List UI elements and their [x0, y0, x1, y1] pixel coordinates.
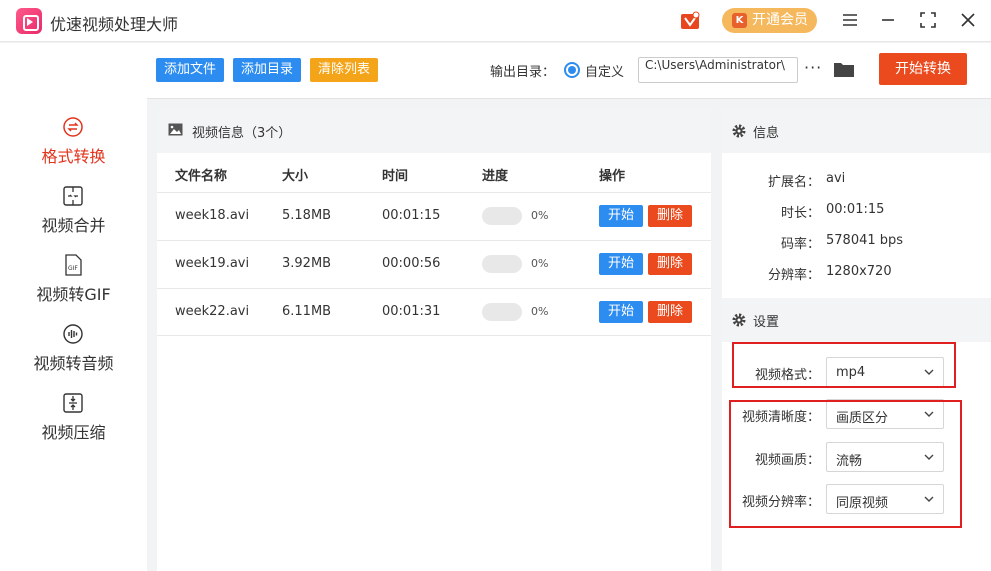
file-duration: 00:01:31 — [382, 304, 441, 319]
table-row[interactable]: week19.avi 3.92MB 00:00:56 0% 开始 删除 — [157, 240, 711, 288]
add-file-button[interactable]: 添加文件 — [156, 58, 225, 82]
progress-bar — [482, 303, 522, 321]
table-row[interactable]: week22.avi 6.11MB 00:01:31 0% 开始 删除 — [157, 288, 711, 336]
sidebar-item-label: 视频压缩 — [41, 423, 106, 442]
vip-badge-icon[interactable] — [680, 11, 700, 31]
file-duration: 00:01:15 — [382, 208, 441, 223]
highlight-box-format — [732, 342, 956, 388]
info-value: 578041 bps — [826, 233, 904, 248]
audio-icon — [63, 324, 83, 344]
title-bar: 优速视频处理大师 K 开通会员 — [0, 0, 991, 42]
info-key: 分辨率： — [767, 268, 820, 283]
sidebar-item-video-merge[interactable]: 视频合并 — [0, 184, 147, 248]
sidebar-item-label: 视频合并 — [41, 216, 106, 235]
row-start-button[interactable]: 开始 — [599, 301, 643, 323]
progress-bar — [482, 255, 522, 273]
file-name: week19.avi — [175, 256, 250, 271]
image-icon — [168, 123, 183, 136]
add-directory-button[interactable]: 添加目录 — [233, 58, 302, 82]
folder-icon[interactable] — [833, 59, 855, 79]
sidebar-item-format-convert[interactable]: 格式转换 — [0, 115, 147, 179]
info-key: 时长： — [780, 206, 820, 221]
svg-text:GIF: GIF — [68, 265, 78, 272]
file-size: 6.11MB — [282, 304, 332, 319]
info-section-header: 信息 — [722, 109, 991, 153]
format-convert-icon — [63, 117, 83, 137]
highlight-box-settings — [729, 400, 962, 528]
sidebar-item-video-compress[interactable]: 视频压缩 — [0, 391, 147, 455]
progress-percent: 0% — [531, 305, 549, 318]
progress-percent: 0% — [531, 209, 549, 222]
column-header: 操作 — [599, 169, 626, 184]
column-header: 大小 — [282, 169, 309, 184]
row-start-button[interactable]: 开始 — [599, 205, 643, 227]
info-key: 码率： — [780, 237, 820, 252]
gear-icon — [732, 124, 746, 138]
info-value: 1280x720 — [826, 264, 892, 279]
fullscreen-icon[interactable] — [918, 10, 938, 30]
table-row[interactable]: week18.avi 5.18MB 00:01:15 0% 开始 删除 — [157, 192, 711, 240]
row-delete-button[interactable]: 删除 — [648, 205, 692, 227]
menu-icon[interactable] — [840, 10, 860, 30]
output-dir-label: 输出目录： — [490, 65, 556, 80]
close-icon[interactable] — [958, 10, 978, 30]
sidebar: 格式转换 视频合并 GIF 视频转GIF 视频转音频 视频压缩 — [0, 43, 147, 571]
column-header: 时间 — [382, 169, 409, 184]
sidebar-item-video-gif[interactable]: GIF 视频转GIF — [0, 253, 147, 317]
info-section-title: 信息 — [753, 126, 780, 141]
sidebar-item-label: 格式转换 — [41, 147, 106, 166]
more-button[interactable]: ··· — [804, 58, 822, 77]
settings-section-title: 设置 — [753, 315, 780, 330]
settings-section-header: 设置 — [722, 298, 991, 342]
video-list-title: 视频信息（3个） — [192, 126, 292, 141]
info-value: 00:01:15 — [826, 202, 885, 217]
video-list-header: 视频信息（3个） — [157, 109, 711, 153]
vip-k-icon: K — [732, 13, 747, 28]
vip-button[interactable]: K 开通会员 — [722, 8, 817, 33]
start-convert-button[interactable]: 开始转换 — [879, 53, 967, 85]
app-title: 优速视频处理大师 — [50, 15, 179, 34]
file-name: week22.avi — [175, 304, 250, 319]
row-delete-button[interactable]: 删除 — [648, 301, 692, 323]
vip-button-label: 开通会员 — [752, 12, 808, 28]
compress-icon — [63, 393, 83, 413]
progress-bar — [482, 207, 522, 225]
app-logo-icon — [16, 8, 42, 34]
row-start-button[interactable]: 开始 — [599, 253, 643, 275]
sidebar-item-label: 视频转音频 — [33, 354, 114, 373]
file-size: 5.18MB — [282, 208, 332, 223]
gif-icon: GIF — [65, 254, 82, 276]
output-path-input[interactable]: C:\Users\Administrator\ — [638, 57, 798, 83]
column-header: 进度 — [482, 169, 509, 184]
file-duration: 00:00:56 — [382, 256, 441, 271]
progress-percent: 0% — [531, 257, 549, 270]
row-delete-button[interactable]: 删除 — [648, 253, 692, 275]
video-list-panel: 视频信息（3个） 文件名称 大小 时间 进度 操作 week18.avi 5.1… — [157, 109, 711, 571]
toolbar: 添加文件 添加目录 清除列表 输出目录： 自定义 C:\Users\Admini… — [147, 43, 991, 99]
column-header: 文件名称 — [175, 169, 228, 184]
file-name: week18.avi — [175, 208, 250, 223]
clear-list-button[interactable]: 清除列表 — [310, 58, 379, 82]
info-key: 扩展名： — [767, 175, 820, 190]
minimize-icon[interactable] — [878, 10, 898, 30]
sidebar-item-video-audio[interactable]: 视频转音频 — [0, 322, 147, 386]
custom-radio-label[interactable]: 自定义 — [585, 61, 624, 80]
video-merge-icon — [63, 186, 83, 206]
gear-icon — [732, 313, 746, 327]
info-value: avi — [826, 171, 846, 186]
sidebar-item-label: 视频转GIF — [36, 285, 111, 304]
custom-radio[interactable] — [564, 62, 580, 78]
file-size: 3.92MB — [282, 256, 332, 271]
